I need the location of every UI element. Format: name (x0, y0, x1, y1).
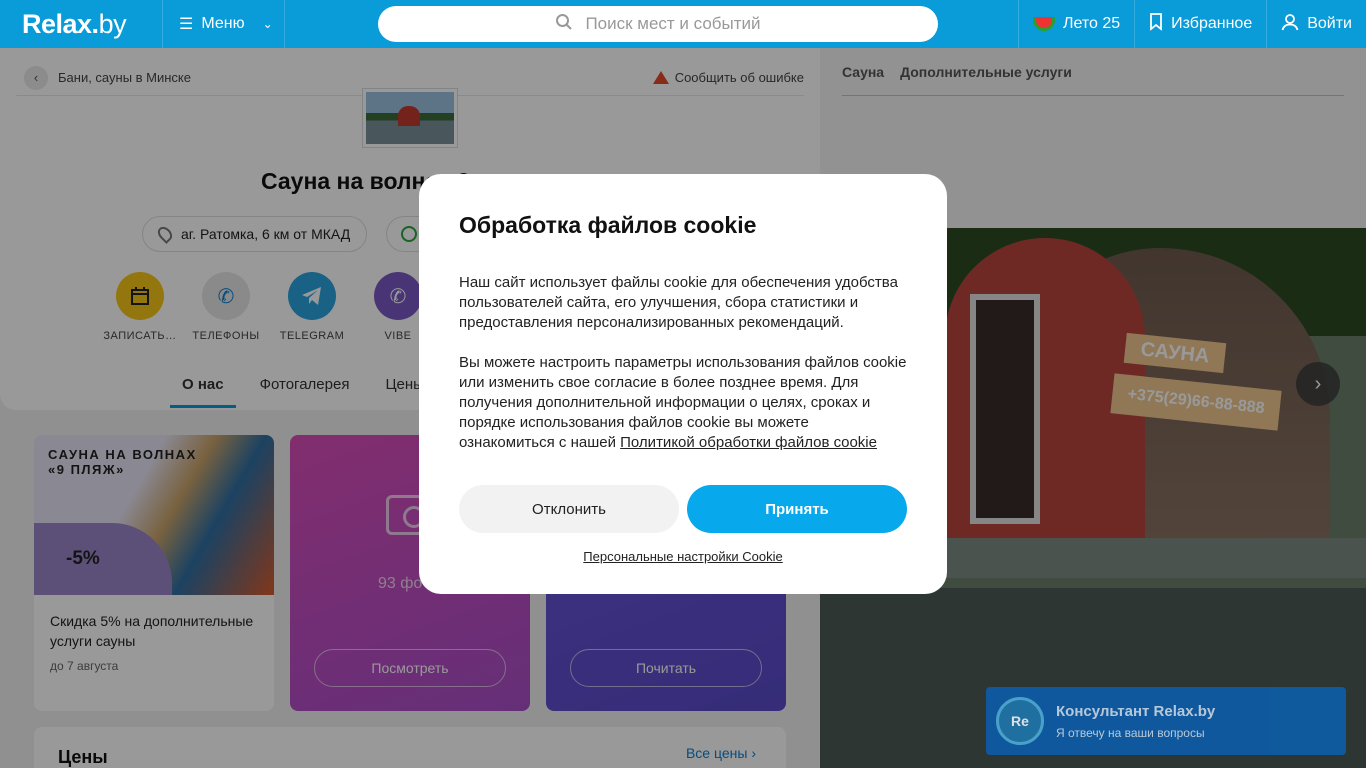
logo-main: Relax. (22, 8, 99, 39)
favorites-link[interactable]: Избранное (1134, 0, 1266, 48)
accept-button[interactable]: Принять (687, 485, 907, 533)
cookie-modal-buttons: Отклонить Принять (459, 485, 907, 533)
decline-button[interactable]: Отклонить (459, 485, 679, 533)
consultant-name: Консультант Relax.by (1056, 702, 1216, 720)
cookie-modal-text-1: Наш сайт использует файлы cookie для обе… (459, 274, 898, 331)
search-placeholder: Поиск мест и событий (585, 14, 761, 33)
login-link[interactable]: Войти (1266, 0, 1366, 48)
watermelon-icon (1032, 17, 1055, 31)
menu-label: Меню (201, 15, 245, 32)
cookie-modal-text-2: Вы можете настроить параметры использова… (459, 353, 907, 453)
avatar: Re (996, 697, 1044, 745)
summer-link[interactable]: Лето 25 (1017, 0, 1134, 48)
consultant-widget[interactable]: Re Консультант Relax.by Я отвечу на ваши… (986, 687, 1346, 755)
top-right-nav: Лето 25 Избранное Войти (1017, 0, 1366, 48)
hamburger-icon: ☰ (179, 16, 194, 33)
user-icon (1281, 13, 1299, 36)
logo-suffix: by (98, 8, 127, 39)
bookmark-icon (1149, 12, 1163, 36)
chevron-down-icon: ⌄ (262, 17, 273, 31)
login-label: Войти (1307, 15, 1352, 32)
summer-label: Лето 25 (1062, 15, 1121, 32)
consultant-subtitle: Я отвечу на ваши вопросы (1056, 725, 1205, 740)
favorites-label: Избранное (1171, 15, 1253, 32)
menu-button[interactable]: ☰ Меню ⌄ (163, 0, 285, 48)
cookie-settings-link[interactable]: Персональные настройки Cookie (459, 549, 907, 564)
cookie-policy-link[interactable]: Политикой обработки файлов cookie (620, 434, 877, 451)
cookie-modal: Обработка файлов cookie Наш сайт использ… (419, 174, 947, 594)
search-icon (555, 13, 573, 36)
search-input[interactable]: Поиск мест и событий (378, 6, 938, 42)
top-bar: Relax. by ☰ Меню ⌄ Поиск мест и событий Л… (0, 0, 1366, 48)
cookie-modal-title: Обработка файлов cookie (459, 212, 757, 238)
logo[interactable]: Relax. by (0, 0, 163, 48)
